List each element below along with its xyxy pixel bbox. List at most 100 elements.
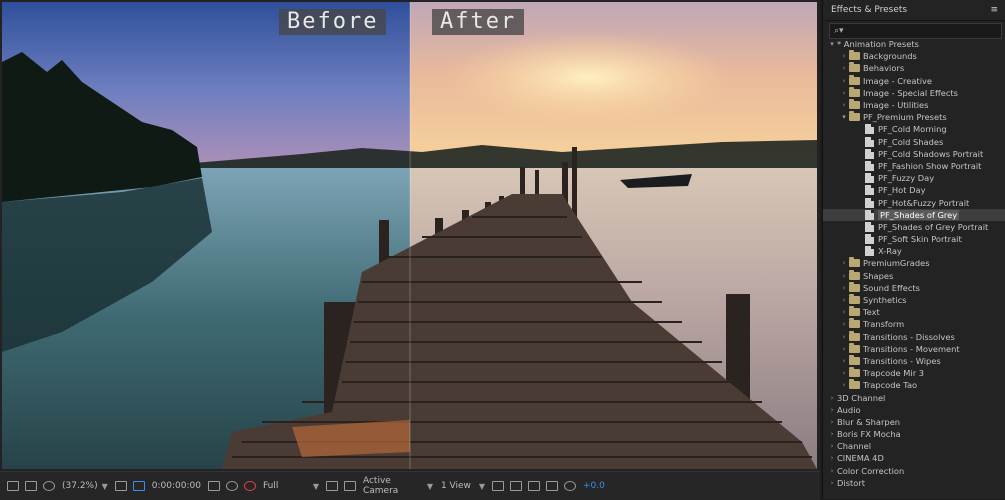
preset-item[interactable]: PF_Shades of Grey [823,208,1005,221]
preset-folder[interactable]: › Trapcode Mir 3 [823,367,1005,379]
preset-folder[interactable]: › PremiumGrades [823,257,1005,269]
effect-category[interactable]: › Color Correction [823,465,1005,477]
effects-presets-panel: Effects & Presets ≡ ⌕▾ ▾ * Animation Pres… [822,0,1005,499]
collapse-arrow-icon[interactable]: › [839,333,849,341]
preset-item[interactable]: X-Ray [823,245,1005,257]
monitor-icon[interactable] [25,481,37,491]
collapse-arrow-icon[interactable]: › [839,345,849,353]
effect-category[interactable]: › Blur & Sharpen [823,416,1005,428]
composition-viewer[interactable]: Before After (37.2%) ▼ 0:00:00:00 Full ▼ [0,0,820,500]
effect-category[interactable]: › Audio [823,404,1005,416]
preset-item[interactable]: PF_Fashion Show Portrait [823,160,1005,172]
collapse-arrow-icon[interactable]: › [839,369,849,377]
preset-folder[interactable]: › Behaviors [823,62,1005,74]
folder-icon [849,318,860,329]
folder-icon [849,257,860,268]
always-preview-icon[interactable] [7,481,19,491]
fast-previews-icon[interactable] [325,481,338,491]
preset-folder[interactable]: › Image - Special Effects [823,86,1005,99]
collapse-arrow-icon[interactable]: › [827,467,837,475]
collapse-arrow-icon[interactable]: › [839,308,849,316]
collapse-arrow-icon[interactable]: › [827,406,837,414]
folder-icon [849,99,860,110]
folder-icon [849,306,860,317]
exposure-value[interactable]: +0.0 [579,478,609,494]
collapse-arrow-icon[interactable]: › [839,296,849,304]
collapse-arrow-icon[interactable]: › [827,430,837,438]
color-channels-icon[interactable] [243,481,256,491]
preset-folder[interactable]: › Image - Creative [823,74,1005,87]
preset-folder[interactable]: › Synthetics [823,294,1005,306]
reset-exposure-icon[interactable] [563,481,576,491]
show-snapshot-icon[interactable] [225,481,238,491]
preset-item[interactable]: PF_Shades of Grey Portrait [823,221,1005,233]
collapse-arrow-icon[interactable]: › [827,418,837,426]
preset-folder[interactable]: ▾ * Animation Presets [823,38,1005,50]
collapse-arrow-icon[interactable]: › [827,442,837,450]
tree-item-label: Boris FX Mocha [837,429,901,440]
effect-category[interactable]: › Boris FX Mocha [823,428,1005,440]
mask-icon[interactable] [43,481,55,491]
preset-folder[interactable]: › Image - Utilities [823,99,1005,111]
collapse-arrow-icon[interactable]: › [827,454,837,462]
folder-icon [849,74,860,85]
resolution-dropdown[interactable]: Full ▼ [259,478,323,494]
collapse-arrow-icon[interactable]: › [839,284,849,292]
collapse-arrow-icon[interactable]: › [839,64,849,72]
collapse-arrow-icon[interactable]: › [839,89,849,97]
views-dropdown[interactable]: 1 View ▼ [437,478,489,494]
chevron-down-icon: ▼ [478,481,485,491]
before-label: Before [279,9,387,35]
preset-folder[interactable]: › Sound Effects [823,281,1005,294]
expand-arrow-icon[interactable]: ▾ [839,113,849,121]
effects-search-input[interactable]: ⌕▾ [829,23,1002,39]
effect-category[interactable]: › CINEMA 4D [823,452,1005,464]
preset-item[interactable]: PF_Soft Skin Portrait [823,233,1005,245]
flowchart-icon[interactable] [527,481,540,491]
collapse-arrow-icon[interactable]: › [827,394,837,402]
preset-folder[interactable]: › Transitions - Movement [823,342,1005,355]
preset-folder[interactable]: › Backgrounds [823,50,1005,62]
timecode-field[interactable]: 0:00:00:00 [148,478,205,494]
collapse-arrow-icon[interactable]: › [839,381,849,389]
toggle-pixel-aspect-icon[interactable] [491,481,504,491]
resolution-value: Full [262,481,279,491]
preset-folder[interactable]: › Transform [823,318,1005,330]
preset-folder[interactable]: › Transitions - Dissolves [823,330,1005,343]
preset-item[interactable]: PF_Hot Day [823,184,1005,196]
panel-menu-icon[interactable]: ≡ [990,5,998,15]
transparency-grid-icon[interactable] [343,481,356,491]
folder-icon [849,50,860,61]
preset-item[interactable]: PF_Cold Shadows Portrait [823,148,1005,160]
effect-category[interactable]: › 3D Channel [823,391,1005,403]
region-of-interest-icon[interactable] [132,481,145,491]
camera-dropdown[interactable]: Active Camera ▼ [359,476,437,496]
preset-folder[interactable]: ▾ PF_Premium Presets [823,111,1005,123]
snapshot-camera-icon[interactable] [207,481,220,491]
preset-item[interactable]: PF_Fuzzy Day [823,172,1005,184]
expand-arrow-icon[interactable]: ▾ [827,40,837,48]
tree-item-label: X-Ray [878,246,902,257]
collapse-arrow-icon[interactable]: › [839,77,849,85]
collapse-arrow-icon[interactable]: › [839,259,849,267]
grid-guides-icon[interactable] [114,481,127,491]
collapse-arrow-icon[interactable]: › [827,479,837,487]
collapse-arrow-icon[interactable]: › [839,320,849,328]
preset-folder[interactable]: › Trapcode Tao [823,379,1005,391]
collapse-arrow-icon[interactable]: › [839,101,849,109]
collapse-arrow-icon[interactable]: › [839,52,849,60]
effect-category[interactable]: › Distort [823,477,1005,489]
magnification-dropdown[interactable]: (37.2%) ▼ [58,478,112,494]
chevron-down-icon: ▼ [426,481,433,491]
timeline-icon[interactable] [545,481,558,491]
preset-item[interactable]: PF_Cold Morning [823,123,1005,135]
preset-item[interactable]: PF_Hot&Fuzzy Portrait [823,196,1005,208]
preset-folder[interactable]: › Text [823,306,1005,318]
effect-category[interactable]: › Channel [823,440,1005,452]
collapse-arrow-icon[interactable]: › [839,357,849,365]
preset-folder[interactable]: › Shapes [823,269,1005,282]
draft-3d-icon[interactable] [509,481,522,491]
preset-folder[interactable]: › Transitions - Wipes [823,354,1005,367]
collapse-arrow-icon[interactable]: › [839,272,849,280]
preset-item[interactable]: PF_Cold Shades [823,136,1005,148]
